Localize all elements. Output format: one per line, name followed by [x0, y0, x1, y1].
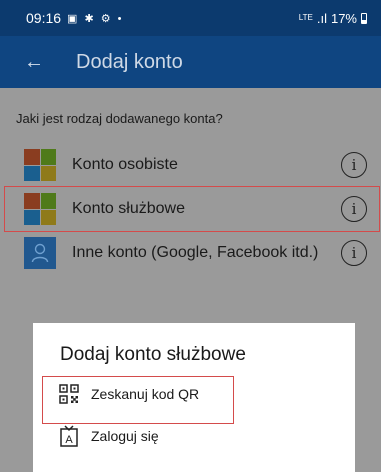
- lte-icon: LTE: [298, 13, 313, 22]
- microsoft-logo-icon: [24, 149, 56, 181]
- add-work-account-dialog: Dodaj konto służbowe Zeskanuj kod QR A Z…: [33, 323, 355, 472]
- badge-login-icon: A: [60, 425, 78, 447]
- scan-qr-option[interactable]: Zeskanuj kod QR: [59, 384, 199, 404]
- status-right: LTE .ıl 17%: [299, 11, 367, 26]
- account-option-other[interactable]: Inne konto (Google, Facebook itd.) i: [0, 232, 381, 274]
- signal-icon: .ıl: [316, 10, 327, 26]
- account-type-question: Jaki jest rodzaj dodawanego konta?: [16, 111, 223, 126]
- battery-icon: [361, 12, 367, 24]
- info-icon[interactable]: i: [341, 152, 367, 178]
- person-icon: [24, 237, 56, 269]
- info-icon[interactable]: i: [341, 240, 367, 266]
- svg-text:A: A: [65, 434, 73, 446]
- account-option-personal[interactable]: Konto osobiste i: [0, 144, 381, 186]
- battery-level: 17%: [330, 10, 357, 26]
- page-title: Dodaj konto: [76, 50, 183, 73]
- highlight-box: [4, 186, 380, 232]
- dialog-title: Dodaj konto służbowe: [60, 344, 246, 365]
- scan-qr-label: Zeskanuj kod QR: [91, 386, 200, 402]
- sign-in-option[interactable]: A Zaloguj się: [59, 425, 159, 447]
- back-arrow-icon[interactable]: ←: [0, 51, 44, 74]
- notification-icons: ▣ ✱ ⚙ •: [67, 12, 124, 25]
- status-bar: 09:16 ▣ ✱ ⚙ • LTE .ıl 17%: [0, 0, 381, 36]
- qr-code-icon: [59, 384, 79, 404]
- sign-in-label: Zaloguj się: [91, 428, 159, 444]
- status-time: 09:16: [26, 10, 62, 26]
- account-option-label: Konto osobiste: [72, 156, 178, 173]
- app-bar: ← Dodaj konto: [0, 36, 381, 88]
- account-option-label: Inne konto (Google, Facebook itd.): [72, 244, 319, 261]
